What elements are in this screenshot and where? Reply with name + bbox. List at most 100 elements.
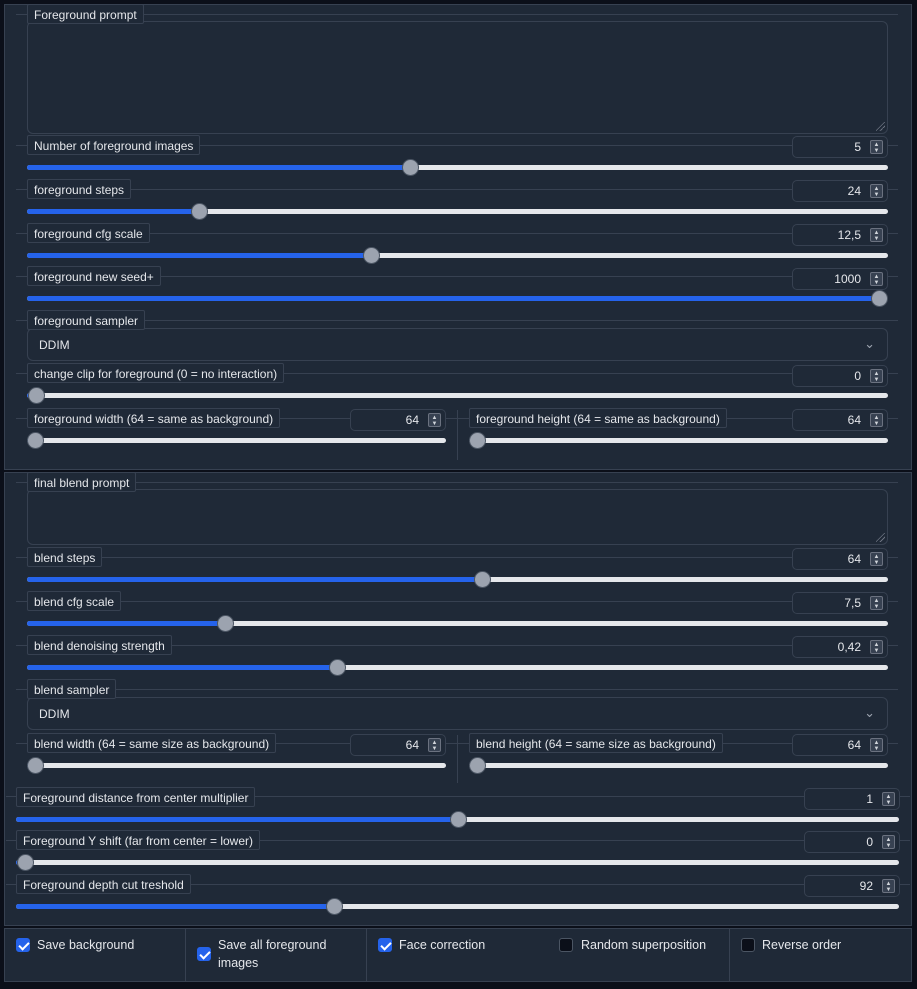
num-foreground-images-label: Number of foreground images — [27, 135, 201, 155]
num-foreground-images-slider[interactable] — [27, 159, 888, 176]
blend-sampler-dropdown[interactable]: DDIM ⌄ — [27, 697, 888, 730]
foreground-steps-input[interactable]: 24 ▲ ▼ — [792, 180, 888, 202]
slider-handle[interactable] — [328, 659, 346, 676]
blend-steps-slider[interactable] — [27, 571, 888, 588]
foreground-steps-label: foreground steps — [27, 179, 132, 199]
blend-steps-label: blend steps — [27, 547, 103, 567]
blend-prompt-input[interactable] — [27, 489, 888, 545]
spinner-arrows-icon[interactable]: ▲ ▼ — [870, 369, 883, 383]
foreground-width-input[interactable]: 64 ▲ ▼ — [350, 409, 446, 431]
blend-cfg-scale-input[interactable]: 7,5 ▲ ▼ — [792, 592, 888, 614]
spinner-arrows-icon[interactable]: ▲ ▼ — [882, 835, 895, 849]
divider — [16, 482, 898, 483]
slider-handle[interactable] — [325, 898, 343, 915]
face-correction-label: Face correction — [399, 938, 486, 952]
divider — [16, 320, 898, 321]
slider-handle[interactable] — [449, 811, 467, 828]
blend-denoising-label: blend denoising strength — [27, 635, 172, 655]
blend-prompt-label: final blend prompt — [27, 472, 137, 492]
blend-height-label: blend height (64 = same size as backgrou… — [469, 733, 723, 753]
spinner-arrows-icon[interactable]: ▲ ▼ — [870, 184, 883, 198]
y-shift-slider[interactable] — [16, 854, 899, 871]
column-divider — [366, 928, 367, 982]
slider-handle[interactable] — [469, 757, 486, 774]
spinner-arrows-icon[interactable]: ▲ ▼ — [870, 228, 883, 242]
foreground-cfg-scale-input[interactable]: 12,5 ▲ ▼ — [792, 224, 888, 246]
blend-denoising-slider[interactable] — [27, 659, 888, 676]
slider-handle[interactable] — [27, 387, 45, 404]
spinner-arrows-icon[interactable]: ▲ ▼ — [428, 738, 441, 752]
slider-handle[interactable] — [469, 432, 486, 449]
foreground-prompt-label: Foreground prompt — [27, 4, 144, 24]
distance-multiplier-label: Foreground distance from center multipli… — [16, 787, 256, 807]
change-clip-label: change clip for foreground (0 = no inter… — [27, 363, 285, 383]
chevron-down-icon: ⌄ — [864, 705, 875, 720]
divider — [16, 189, 898, 190]
foreground-new-seed-input[interactable]: 1000 ▲ ▼ — [792, 268, 888, 290]
spinner-arrows-icon[interactable]: ▲ ▼ — [870, 140, 883, 154]
spinner-arrows-icon[interactable]: ▲ ▼ — [870, 552, 883, 566]
foreground-steps-slider[interactable] — [27, 203, 888, 220]
change-clip-input[interactable]: 0 ▲ ▼ — [792, 365, 888, 387]
y-shift-input[interactable]: 0 ▲ ▼ — [804, 831, 900, 853]
foreground-cfg-scale-slider[interactable] — [27, 247, 888, 264]
slider-handle[interactable] — [16, 854, 34, 871]
spinner-arrows-icon[interactable]: ▲ ▼ — [870, 640, 883, 654]
save-background-checkbox[interactable] — [16, 938, 30, 952]
blend-steps-input[interactable]: 64 ▲ ▼ — [792, 548, 888, 570]
foreground-height-label: foreground height (64 = same as backgrou… — [469, 408, 727, 428]
spinner-arrows-icon[interactable]: ▲ ▼ — [882, 792, 895, 806]
blend-height-input[interactable]: 64 ▲ ▼ — [792, 734, 888, 756]
spinner-arrows-icon[interactable]: ▲ ▼ — [882, 879, 895, 893]
foreground-width-label: foreground width (64 = same as backgroun… — [27, 408, 281, 428]
foreground-height-input[interactable]: 64 ▲ ▼ — [792, 409, 888, 431]
save-all-foreground-label: Save all foreground images — [218, 938, 327, 970]
foreground-height-slider[interactable] — [469, 432, 888, 449]
column-divider — [457, 410, 458, 460]
column-divider — [457, 735, 458, 783]
column-divider — [729, 928, 730, 982]
random-superposition-label: Random superposition — [581, 938, 707, 952]
random-superposition-checkbox[interactable] — [559, 938, 573, 952]
foreground-prompt-input[interactable] — [27, 21, 888, 134]
spinner-arrows-icon[interactable]: ▲ ▼ — [870, 738, 883, 752]
num-foreground-images-input[interactable]: 5 ▲ ▼ — [792, 136, 888, 158]
slider-handle[interactable] — [217, 615, 235, 632]
spinner-arrows-icon[interactable]: ▲ ▼ — [870, 596, 883, 610]
change-clip-slider[interactable] — [27, 387, 888, 404]
blend-height-slider[interactable] — [469, 757, 888, 774]
foreground-sampler-value: DDIM — [39, 338, 70, 352]
slider-handle[interactable] — [402, 159, 420, 176]
save-all-foreground-checkbox[interactable] — [197, 947, 211, 961]
foreground-sampler-dropdown[interactable]: DDIM ⌄ — [27, 328, 888, 361]
resize-grip-icon[interactable] — [876, 533, 885, 542]
divider — [16, 601, 898, 602]
blend-width-label: blend width (64 = same size as backgroun… — [27, 733, 277, 753]
divider — [16, 557, 898, 558]
spinner-arrows-icon[interactable]: ▲ ▼ — [870, 272, 883, 286]
blend-cfg-scale-slider[interactable] — [27, 615, 888, 632]
column-divider — [185, 928, 186, 982]
resize-grip-icon[interactable] — [876, 122, 885, 131]
chevron-down-icon: ⌄ — [864, 336, 875, 351]
reverse-order-checkbox[interactable] — [741, 938, 755, 952]
foreground-cfg-scale-label: foreground cfg scale — [27, 223, 150, 243]
blend-denoising-input[interactable]: 0,42 ▲ ▼ — [792, 636, 888, 658]
divider — [16, 689, 898, 690]
depth-cut-input[interactable]: 92 ▲ ▼ — [804, 875, 900, 897]
spinner-arrows-icon[interactable]: ▲ ▼ — [428, 413, 441, 427]
foreground-new-seed-slider[interactable] — [27, 290, 888, 307]
depth-cut-slider[interactable] — [16, 898, 899, 915]
blend-sampler-value: DDIM — [39, 707, 70, 721]
spinner-arrows-icon[interactable]: ▲ ▼ — [870, 413, 883, 427]
save-background-label: Save background — [37, 938, 135, 952]
slider-handle[interactable] — [871, 290, 888, 307]
depth-cut-label: Foreground depth cut treshold — [16, 874, 191, 894]
blend-width-input[interactable]: 64 ▲ ▼ — [350, 734, 446, 756]
distance-multiplier-slider[interactable] — [16, 811, 899, 828]
foreground-width-slider[interactable] — [27, 432, 446, 449]
blend-width-slider[interactable] — [27, 757, 446, 774]
face-correction-checkbox[interactable] — [378, 938, 392, 952]
y-shift-label: Foreground Y shift (far from center = lo… — [16, 830, 260, 850]
distance-multiplier-input[interactable]: 1 ▲ ▼ — [804, 788, 900, 810]
